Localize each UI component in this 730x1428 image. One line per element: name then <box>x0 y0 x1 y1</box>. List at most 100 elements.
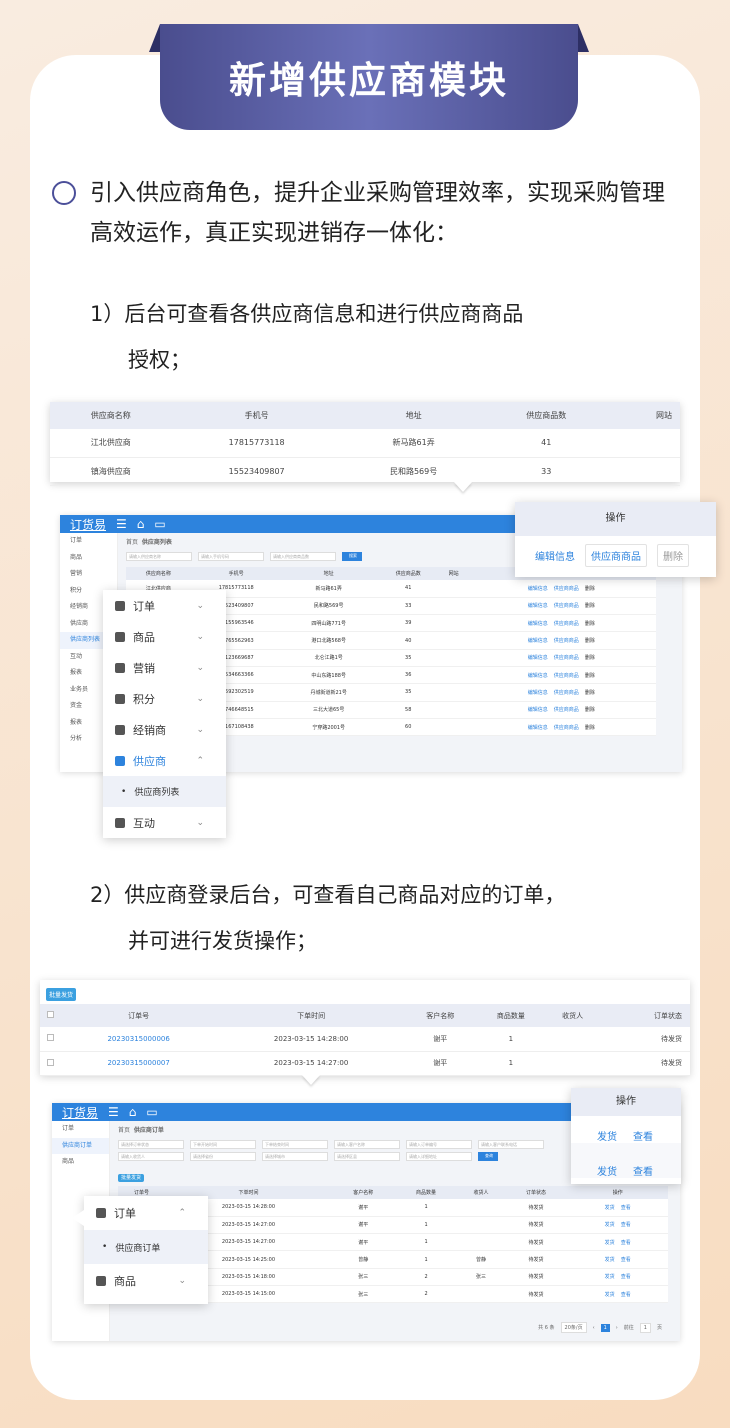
order-number-link[interactable]: 20230315000007 <box>60 1051 218 1076</box>
select-all-checkbox[interactable] <box>40 1004 60 1027</box>
menu-subitem-supplier-list[interactable]: • 供应商列表 <box>103 776 226 807</box>
ship-link[interactable]: 发货 <box>597 1163 617 1178</box>
supplier-goods-link[interactable]: 供应商商品 <box>554 655 579 661</box>
supplier-goods-link[interactable]: 供应商商品 <box>554 586 579 592</box>
menu-item-goods[interactable]: 商品 ⌄ <box>84 1264 208 1298</box>
start-time-input[interactable]: 下单开始时间 <box>190 1140 256 1149</box>
ship-link[interactable]: 发货 <box>605 1292 615 1298</box>
view-link[interactable]: 查看 <box>621 1257 631 1263</box>
goods-count-input[interactable]: 请输入供应商商品数 <box>270 552 336 561</box>
ship-link[interactable]: 发货 <box>605 1205 615 1211</box>
row-checkbox[interactable] <box>40 1027 60 1052</box>
ship-link[interactable]: 发货 <box>605 1257 615 1263</box>
receiver-input[interactable]: 请输入收货人 <box>118 1152 184 1161</box>
prev-page-icon[interactable]: ‹ <box>593 1325 595 1331</box>
supplier-goods-link[interactable]: 供应商商品 <box>585 544 647 567</box>
supplier-goods-link[interactable]: 供应商商品 <box>554 690 579 696</box>
delete-link[interactable]: 删除 <box>585 707 595 713</box>
supplier-name-input[interactable]: 请输入供应商名称 <box>126 552 192 561</box>
menu-item-orders[interactable]: 订单 ⌄ <box>103 590 226 621</box>
edit-info-link[interactable]: 编辑信息 <box>528 586 548 592</box>
edit-info-link[interactable]: 编辑信息 <box>528 673 548 679</box>
view-link[interactable]: 查看 <box>621 1240 631 1246</box>
edit-info-link[interactable]: 编辑信息 <box>528 725 548 731</box>
edit-info-link[interactable]: 编辑信息 <box>528 690 548 696</box>
ship-link[interactable]: 发货 <box>605 1240 615 1246</box>
sidebar-item-goods[interactable]: 商品 <box>60 550 117 567</box>
address-input[interactable]: 请输入详细地址 <box>406 1152 472 1161</box>
view-link[interactable]: 查看 <box>621 1222 631 1228</box>
menu-subitem-supplier-orders[interactable]: • 供应商订单 <box>84 1230 208 1264</box>
batch-ship-button[interactable]: 批量发货 <box>46 988 77 1001</box>
customer-phone-input[interactable]: 请输入客户联系电话 <box>478 1140 544 1149</box>
edit-info-link[interactable]: 编辑信息 <box>535 548 575 563</box>
edit-info-link[interactable]: 编辑信息 <box>528 621 548 627</box>
monitor-icon[interactable]: ▭ <box>146 1105 157 1119</box>
sidebar-item-goods[interactable]: 商品 <box>52 1154 109 1171</box>
edit-info-link[interactable]: 编辑信息 <box>528 603 548 609</box>
supplier-goods-link[interactable]: 供应商商品 <box>554 621 579 627</box>
supplier-goods-link[interactable]: 供应商商品 <box>554 707 579 713</box>
view-link[interactable]: 查看 <box>633 1128 653 1143</box>
district-select[interactable]: 请选择区县 <box>334 1152 400 1161</box>
app-logo[interactable]: 订货易 <box>70 516 106 533</box>
menu-item-orders[interactable]: 订单 ⌃ <box>84 1196 208 1230</box>
delete-link[interactable]: 删除 <box>585 690 595 696</box>
menu-item-interaction[interactable]: 互动 ⌄ <box>103 807 226 838</box>
row-checkbox[interactable] <box>40 1051 60 1076</box>
edit-info-link[interactable]: 编辑信息 <box>528 638 548 644</box>
ship-link[interactable]: 发货 <box>605 1222 615 1228</box>
province-select[interactable]: 请选择省份 <box>190 1152 256 1161</box>
menu-item-dealers[interactable]: 经销商 ⌄ <box>103 714 226 745</box>
ship-link[interactable]: 发货 <box>597 1128 617 1143</box>
customer-name-input[interactable]: 请输入客户名称 <box>334 1140 400 1149</box>
monitor-icon[interactable]: ▭ <box>154 517 165 531</box>
end-time-input[interactable]: 下单结束时间 <box>262 1140 328 1149</box>
ship-link[interactable]: 发货 <box>605 1274 615 1280</box>
breadcrumb-home[interactable]: 首页 <box>126 539 138 546</box>
delete-link[interactable]: 删除 <box>585 725 595 731</box>
sidebar-item-supplier-orders[interactable]: 供应商订单 <box>52 1137 109 1154</box>
search-button[interactable]: 搜索 <box>342 552 362 561</box>
sidebar-item-marketing[interactable]: 营销 <box>60 566 117 583</box>
sidebar-item-orders[interactable]: 订单 <box>52 1121 109 1138</box>
edit-info-link[interactable]: 编辑信息 <box>528 655 548 661</box>
goto-input[interactable]: 1 <box>639 1322 651 1333</box>
home-icon[interactable]: ⌂ <box>129 1105 137 1119</box>
menu-item-goods[interactable]: 商品 ⌄ <box>103 621 226 652</box>
delete-button[interactable]: 删除 <box>657 544 689 567</box>
order-number-input[interactable]: 请输入订单编号 <box>406 1140 472 1149</box>
menu-toggle-icon[interactable]: ☰ <box>116 517 127 531</box>
breadcrumb-home[interactable]: 首页 <box>118 1127 130 1134</box>
page-size-select[interactable]: 20条/页 <box>560 1322 587 1333</box>
supplier-goods-link[interactable]: 供应商商品 <box>554 603 579 609</box>
batch-ship-button[interactable]: 批量发货 <box>118 1174 145 1182</box>
menu-item-suppliers[interactable]: 供应商 ⌃ <box>103 745 226 776</box>
query-button[interactable]: 查询 <box>478 1152 498 1161</box>
edit-info-link[interactable]: 编辑信息 <box>528 707 548 713</box>
next-page-icon[interactable]: › <box>616 1325 618 1331</box>
home-icon[interactable]: ⌂ <box>137 517 145 531</box>
city-select[interactable]: 请选择城市 <box>262 1152 328 1161</box>
supplier-goods-link[interactable]: 供应商商品 <box>554 673 579 679</box>
order-status-select[interactable]: 请选择订单状态 <box>118 1140 184 1149</box>
delete-link[interactable]: 删除 <box>585 638 595 644</box>
menu-toggle-icon[interactable]: ☰ <box>108 1105 119 1119</box>
view-link[interactable]: 查看 <box>621 1292 631 1298</box>
order-number-link[interactable]: 20230315000006 <box>60 1027 218 1052</box>
sidebar-item-orders[interactable]: 订单 <box>60 533 117 550</box>
current-page[interactable]: 1 <box>600 1323 610 1332</box>
menu-item-points[interactable]: 积分 ⌄ <box>103 683 226 714</box>
phone-input[interactable]: 请输入手机号码 <box>198 552 264 561</box>
view-link[interactable]: 查看 <box>633 1163 653 1178</box>
view-link[interactable]: 查看 <box>621 1205 631 1211</box>
view-link[interactable]: 查看 <box>621 1274 631 1280</box>
menu-item-marketing[interactable]: 营销 ⌄ <box>103 652 226 683</box>
delete-link[interactable]: 删除 <box>585 621 595 627</box>
app-logo[interactable]: 订货易 <box>62 1104 98 1121</box>
delete-link[interactable]: 删除 <box>585 673 595 679</box>
supplier-goods-link[interactable]: 供应商商品 <box>554 638 579 644</box>
delete-link[interactable]: 删除 <box>585 586 595 592</box>
supplier-goods-link[interactable]: 供应商商品 <box>554 725 579 731</box>
delete-link[interactable]: 删除 <box>585 655 595 661</box>
